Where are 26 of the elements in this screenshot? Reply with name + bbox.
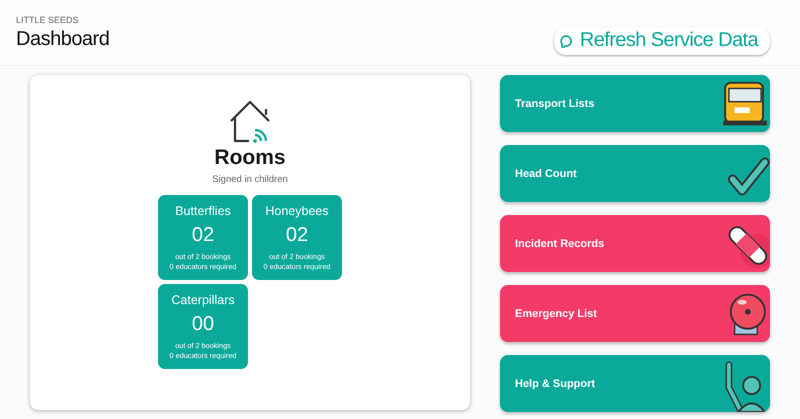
- action-card[interactable]: Transport Lists: [500, 75, 770, 132]
- room-name: Honeybees: [265, 204, 329, 218]
- action-card[interactable]: Incident Records: [500, 215, 770, 272]
- bus-drawing: [723, 82, 767, 126]
- action-card[interactable]: Head Count: [500, 145, 770, 202]
- action-label: Incident Records: [515, 238, 604, 250]
- action-label: Head Count: [515, 168, 577, 180]
- action-label: Transport Lists: [515, 98, 594, 110]
- action-card[interactable]: Help & Support: [500, 355, 770, 412]
- room-name: Caterpillars: [171, 293, 235, 307]
- refresh-icon: [560, 34, 574, 48]
- alarm-bell-drawing: [730, 294, 766, 336]
- rooms-subtitle: Signed in children: [212, 174, 288, 185]
- room-count: 00: [192, 313, 214, 336]
- action-label: Emergency List: [515, 308, 597, 320]
- room-count: 02: [192, 224, 214, 247]
- action-label: Help & Support: [515, 378, 596, 390]
- room-count: 02: [286, 224, 308, 247]
- room-name: Butterflies: [175, 204, 231, 218]
- waving-person-drawing: [726, 361, 766, 412]
- page-title: Dashboard: [16, 28, 110, 51]
- org-name: LITTLE SEEDS: [16, 15, 80, 25]
- action-card[interactable]: Emergency List: [500, 285, 770, 342]
- refresh-button[interactable]: Refresh Service Data: [554, 27, 770, 55]
- checkmark-drawing: [728, 158, 770, 196]
- rooms-title: Rooms: [214, 146, 286, 170]
